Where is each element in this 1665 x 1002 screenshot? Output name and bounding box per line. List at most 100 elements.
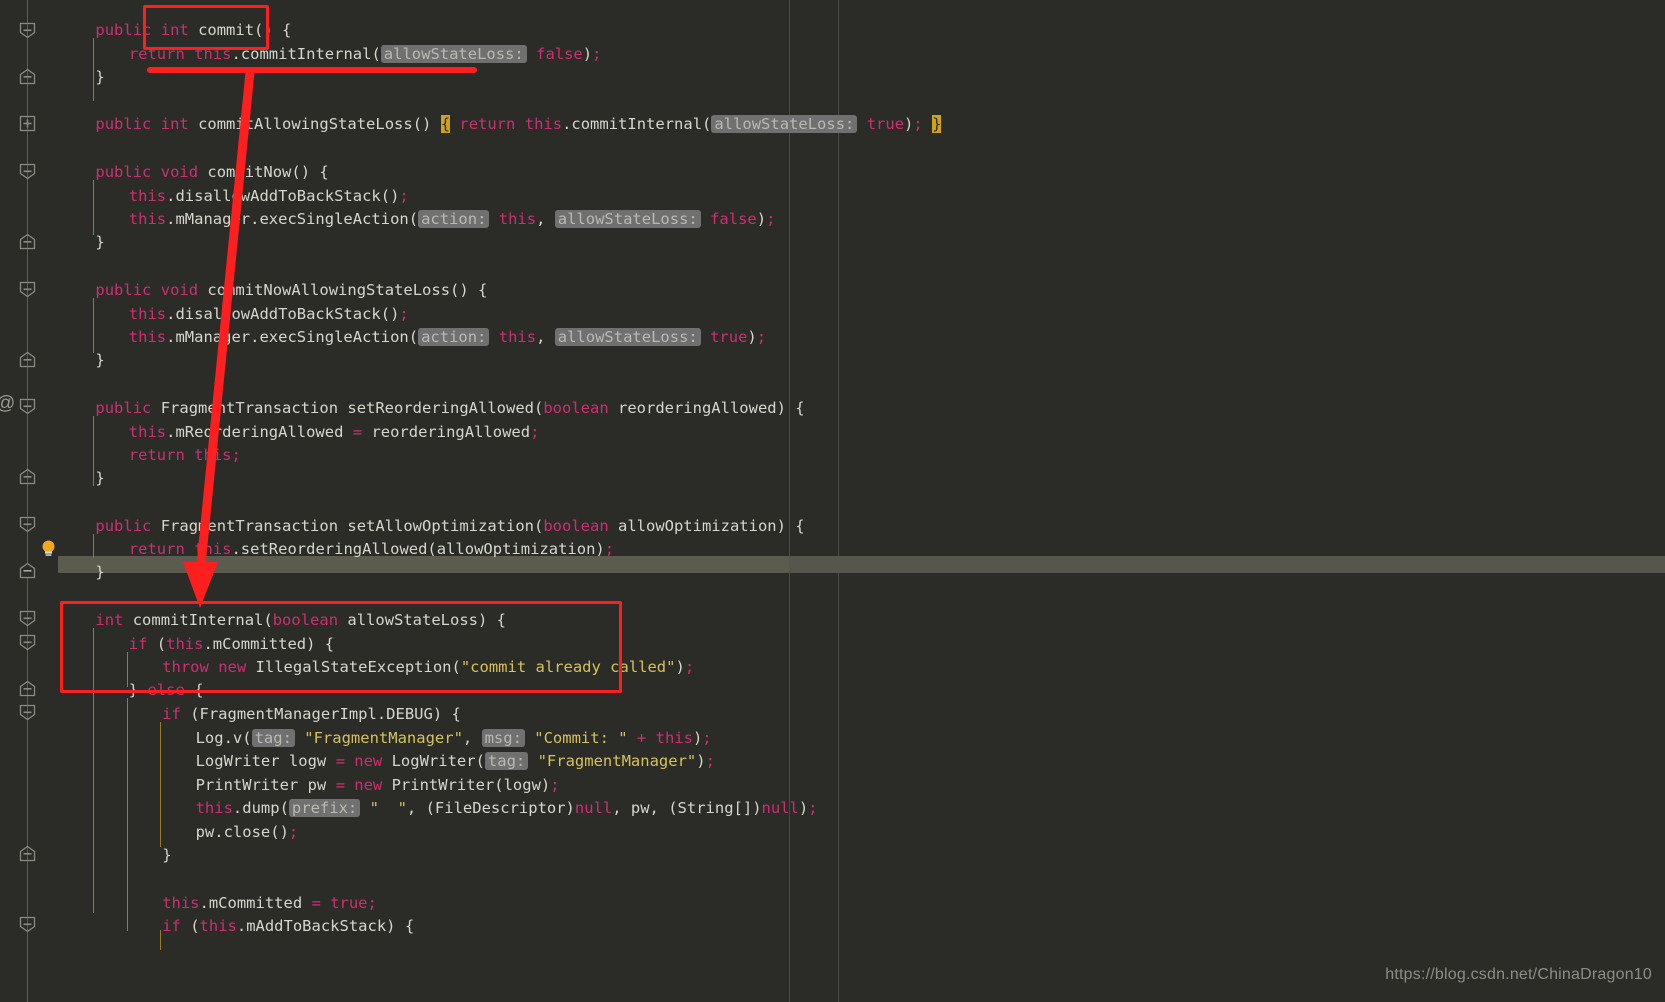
code-line[interactable]: }: [95, 470, 104, 487]
code-line[interactable]: }: [95, 234, 104, 251]
code-token: boolean: [543, 517, 609, 535]
code-token: }: [162, 846, 172, 864]
code-token: pw.close(): [195, 823, 289, 841]
code-line[interactable]: }: [95, 69, 104, 86]
code-token: this: [498, 328, 537, 346]
code-line[interactable]: }: [95, 352, 104, 369]
code-token: public: [95, 399, 152, 417]
code-token: ;: [288, 823, 299, 841]
code-line[interactable]: Log.v(tag: "FragmentManager", msg: "Comm…: [195, 729, 712, 747]
code-token: +: [636, 729, 647, 747]
code-token: ;: [684, 658, 695, 676]
code-line[interactable]: this.mCommitted = true;: [162, 895, 377, 912]
code-token: new: [354, 752, 383, 770]
code-token: this: [498, 210, 537, 228]
code-token: =: [335, 776, 345, 794]
watermark: https://blog.csdn.net/ChinaDragon10: [1385, 966, 1652, 983]
code-token: " ": [369, 799, 407, 817]
parameter-hint: prefix:: [288, 799, 361, 817]
code-token: new: [354, 776, 383, 794]
code-token: if: [162, 917, 181, 935]
code-token: null: [574, 799, 613, 817]
code-token: ;: [604, 540, 615, 558]
annotation-arrow: [183, 71, 255, 608]
code-token: this: [195, 799, 233, 817]
code-line[interactable]: LogWriter logw = new LogWriter(tag: "Fra…: [195, 752, 715, 770]
code-line[interactable]: }: [95, 564, 104, 581]
code-token: ,: [536, 328, 555, 346]
code-token: .dump(: [232, 799, 289, 817]
code-token: ,: [536, 210, 555, 228]
code-token: true: [710, 328, 748, 346]
code-token: ;: [530, 423, 540, 441]
code-token: ,: [462, 729, 482, 747]
code-token: ): [692, 729, 703, 747]
code-token: , pw, (String[]): [612, 799, 762, 817]
code-token: this: [199, 917, 237, 935]
code-token: }: [95, 68, 105, 86]
code-token: ;: [550, 776, 560, 794]
code-token: ;: [705, 752, 715, 770]
parameter-hint: allowStateLoss:: [554, 328, 701, 346]
code-token: .mCommitted: [199, 894, 312, 912]
code-token: ;: [702, 729, 712, 747]
code-token: this: [524, 115, 563, 133]
code-token: ): [756, 210, 767, 228]
code-token: true: [330, 894, 368, 912]
code-token: .commitInternal(: [562, 115, 712, 133]
code-token: LogWriter logw: [195, 752, 336, 770]
code-token: this: [655, 729, 693, 747]
code-token: public: [95, 115, 152, 133]
code-token: }: [95, 351, 105, 369]
code-token: "FragmentManager": [537, 752, 697, 770]
code-token: ;: [766, 210, 776, 228]
parameter-hint: action:: [418, 328, 490, 346]
code-token: PrintWriter pw: [195, 776, 336, 794]
code-token: "Commit: ": [534, 729, 628, 747]
code-token: return: [459, 115, 516, 133]
code-line[interactable]: if (this.mAddToBackStack) {: [162, 918, 414, 935]
code-token: true: [866, 115, 905, 133]
code-token: PrintWriter(logw): [382, 776, 551, 794]
code-token: (FragmentManagerImpl.DEBUG) {: [180, 705, 461, 723]
code-token: reorderingAllowed) {: [608, 399, 805, 417]
code-token: {: [440, 115, 451, 133]
code-line[interactable]: }: [162, 847, 171, 864]
code-token: if: [162, 705, 181, 723]
code-token: ;: [913, 115, 923, 133]
code-token: }: [95, 469, 105, 487]
code-token: public: [95, 281, 152, 299]
code-token: null: [761, 799, 799, 817]
code-line[interactable]: pw.close();: [196, 824, 299, 841]
code-token: this: [162, 894, 200, 912]
code-editor[interactable]: @ public int commit() {return this.commi…: [0, 0, 1665, 1002]
code-token: =: [335, 752, 345, 770]
code-token: ): [582, 45, 593, 63]
code-token: Log.v(: [195, 729, 252, 747]
parameter-hint: msg:: [481, 729, 525, 747]
code-token: ;: [756, 328, 767, 346]
code-token: }: [932, 115, 942, 133]
code-token: public: [95, 517, 152, 535]
code-line[interactable]: this.dump(prefix: " ", (FileDescriptor)n…: [195, 799, 818, 817]
code-token: (: [180, 917, 200, 935]
code-token: ;: [367, 894, 377, 912]
code-line[interactable]: if (FragmentManagerImpl.DEBUG) {: [162, 706, 461, 723]
parameter-hint: tag:: [484, 752, 529, 770]
code-line[interactable]: PrintWriter pw = new PrintWriter(logw);: [196, 777, 560, 794]
annotation-box-commitinternal: [60, 601, 622, 693]
